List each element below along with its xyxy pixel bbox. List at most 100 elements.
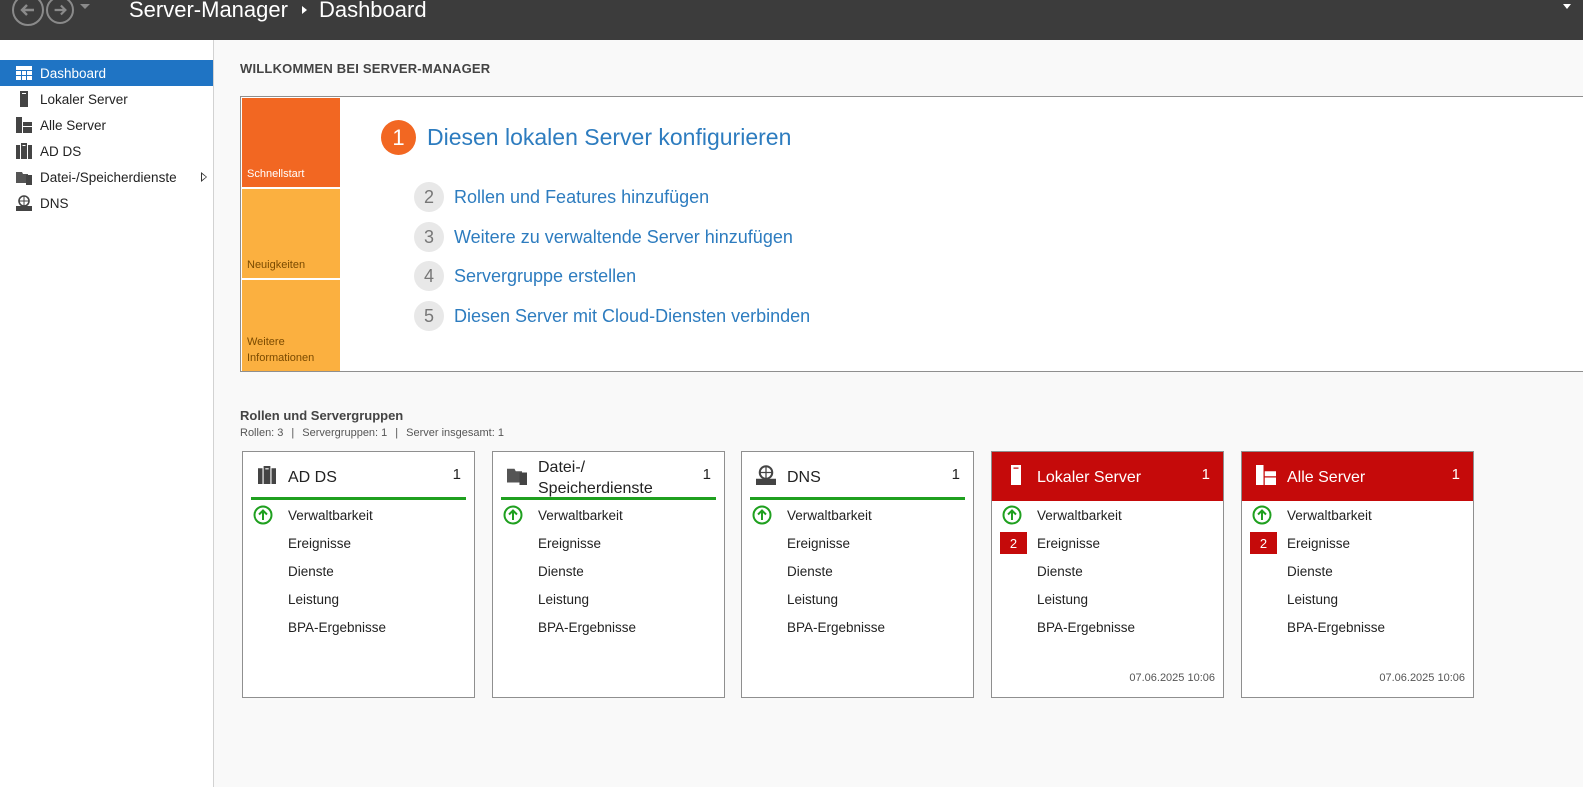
row-bpa-ergebnisse[interactable]: BPA-Ergebnisse [1287, 620, 1385, 635]
row-verwaltbarkeit[interactable]: Verwaltbarkeit [1287, 508, 1372, 523]
row-bpa-ergebnisse[interactable]: BPA-Ergebnisse [787, 620, 885, 635]
row-leistung[interactable]: Leistung [1287, 592, 1338, 607]
sidebar-item-dns[interactable]: DNS [0, 190, 213, 216]
row-bpa-ergebnisse[interactable]: BPA-Ergebnisse [288, 620, 386, 635]
back-arrow-icon[interactable] [12, 0, 44, 26]
tile-count: 1 [452, 466, 461, 483]
row-verwaltbarkeit[interactable]: Verwaltbarkeit [787, 508, 872, 523]
tab-weitere-informationen[interactable]: Weitere Informationen [242, 280, 340, 371]
sidebar-item-label: Dashboard [40, 65, 107, 81]
row-leistung[interactable]: Leistung [538, 592, 589, 607]
step-number: 5 [414, 301, 444, 331]
status-ok-icon [1002, 505, 1022, 525]
welcome-title: WILLKOMMEN BEI SERVER-MANAGER [240, 61, 491, 76]
row-ereignisse[interactable]: Ereignisse [538, 536, 601, 551]
dashboard-icon [16, 65, 32, 81]
server-icon [16, 91, 32, 107]
row-leistung[interactable]: Leistung [787, 592, 838, 607]
tab-schnellstart[interactable]: Schnellstart [242, 98, 340, 187]
step-add-roles[interactable]: 2 Rollen und Features hinzufügen [414, 182, 709, 212]
step-link[interactable]: Rollen und Features hinzufügen [454, 187, 709, 208]
tile-count: 1 [1451, 466, 1460, 483]
step-add-servers[interactable]: 3 Weitere zu verwaltende Server hinzufüg… [414, 222, 793, 252]
roles-count: Rollen: 3 [240, 427, 284, 439]
tile-title: DNS [787, 469, 821, 486]
dropdown-icon[interactable] [80, 4, 90, 9]
tile-file-storage[interactable]: Datei-/Speicherdienste 1 Verwaltbarkeit … [492, 451, 725, 698]
row-leistung[interactable]: Leistung [288, 592, 339, 607]
sidebar: Dashboard Lokaler Server Alle Server AD … [0, 40, 214, 787]
sidebar-item-file-storage[interactable]: Datei-/Speicherdienste [0, 164, 213, 190]
tile-count: 1 [951, 466, 960, 483]
forward-arrow-icon[interactable] [46, 0, 74, 24]
step-link[interactable]: Diesen Server mit Cloud-Diensten verbind… [454, 306, 810, 327]
row-verwaltbarkeit[interactable]: Verwaltbarkeit [1037, 508, 1122, 523]
tab-neuigkeiten[interactable]: Neuigkeiten [242, 189, 340, 278]
row-leistung[interactable]: Leistung [1037, 592, 1088, 607]
tile-header[interactable]: Alle Server 1 [1242, 452, 1473, 501]
row-ereignisse[interactable]: Ereignisse [787, 536, 850, 551]
roles-section-title: Rollen und Servergruppen [240, 408, 404, 423]
alert-count-badge[interactable]: 2 [1000, 532, 1027, 554]
step-create-server-group[interactable]: 4 Servergruppe erstellen [414, 261, 636, 291]
breadcrumb-root[interactable]: Server-Manager [129, 0, 288, 23]
tile-title: Alle Server [1287, 469, 1366, 486]
row-bpa-ergebnisse[interactable]: BPA-Ergebnisse [1037, 620, 1135, 635]
dns-icon [16, 195, 32, 211]
tile-count: 1 [702, 466, 711, 483]
row-dienste[interactable]: Dienste [787, 564, 833, 579]
window-menu-icon[interactable] [1563, 4, 1571, 9]
row-ereignisse[interactable]: Ereignisse [1037, 536, 1100, 551]
sidebar-item-all-servers[interactable]: Alle Server [0, 112, 213, 138]
breadcrumb-current[interactable]: Dashboard [319, 0, 427, 23]
row-dienste[interactable]: Dienste [1287, 564, 1333, 579]
step-connect-cloud[interactable]: 5 Diesen Server mit Cloud-Diensten verbi… [414, 301, 810, 331]
all-servers-icon [1256, 465, 1276, 485]
step-configure-local-server[interactable]: 1 Diesen lokalen Server konfigurieren [381, 120, 791, 155]
status-ok-icon [752, 505, 772, 525]
adds-icon [257, 465, 277, 485]
all-servers-icon [16, 117, 32, 133]
servers-total-count: Server insgesamt: 1 [406, 427, 504, 439]
tile-timestamp: 07.06.2025 10:06 [1379, 672, 1465, 684]
file-storage-icon [507, 465, 527, 485]
expand-arrow-icon[interactable] [201, 172, 207, 182]
sidebar-item-label: Datei-/Speicherdienste [40, 169, 177, 185]
row-bpa-ergebnisse[interactable]: BPA-Ergebnisse [538, 620, 636, 635]
tile-timestamp: 07.06.2025 10:06 [1129, 672, 1215, 684]
tile-title: AD DS [288, 469, 337, 486]
status-ok-icon [1252, 505, 1272, 525]
tile-header[interactable]: AD DS 1 [243, 452, 474, 500]
tile-ad-ds[interactable]: AD DS 1 Verwaltbarkeit Ereignisse Dienst… [242, 451, 475, 698]
step-link[interactable]: Servergruppe erstellen [454, 266, 636, 287]
sidebar-item-local-server[interactable]: Lokaler Server [0, 86, 213, 112]
tile-header[interactable]: Lokaler Server 1 [992, 452, 1223, 501]
server-groups-count: Servergruppen: 1 [302, 427, 388, 439]
row-dienste[interactable]: Dienste [1037, 564, 1083, 579]
tile-title-line: Datei-/ [538, 459, 586, 476]
row-dienste[interactable]: Dienste [538, 564, 584, 579]
sidebar-item-label: Lokaler Server [40, 91, 128, 107]
tile-header[interactable]: Datei-/ Speicherdienste 1 [493, 452, 724, 500]
step-link[interactable]: Weitere zu verwaltende Server hinzufügen [454, 227, 793, 248]
file-storage-icon [16, 169, 32, 185]
row-ereignisse[interactable]: Ereignisse [288, 536, 351, 551]
row-dienste[interactable]: Dienste [288, 564, 334, 579]
row-verwaltbarkeit[interactable]: Verwaltbarkeit [288, 508, 373, 523]
breadcrumb-separator-icon [301, 6, 307, 14]
tile-local-server[interactable]: Lokaler Server 1 Verwaltbarkeit 2 Ereign… [991, 451, 1224, 698]
tile-all-servers[interactable]: Alle Server 1 Verwaltbarkeit 2 Ereigniss… [1241, 451, 1474, 698]
quickstart-panel: Schnellstart Neuigkeiten Weitere Informa… [240, 96, 1583, 372]
sidebar-item-dashboard[interactable]: Dashboard [0, 60, 213, 86]
row-verwaltbarkeit[interactable]: Verwaltbarkeit [538, 508, 623, 523]
status-ok-icon [503, 505, 523, 525]
tile-dns[interactable]: DNS 1 Verwaltbarkeit Ereignisse Dienste … [741, 451, 974, 698]
tile-header[interactable]: DNS 1 [742, 452, 973, 500]
server-icon [1006, 465, 1026, 485]
row-ereignisse[interactable]: Ereignisse [1287, 536, 1350, 551]
step-number: 1 [381, 120, 416, 155]
tile-title-line: Speicherdienste [538, 480, 653, 497]
step-link[interactable]: Diesen lokalen Server konfigurieren [427, 124, 791, 151]
alert-count-badge[interactable]: 2 [1250, 532, 1277, 554]
sidebar-item-ad-ds[interactable]: AD DS [0, 138, 213, 164]
